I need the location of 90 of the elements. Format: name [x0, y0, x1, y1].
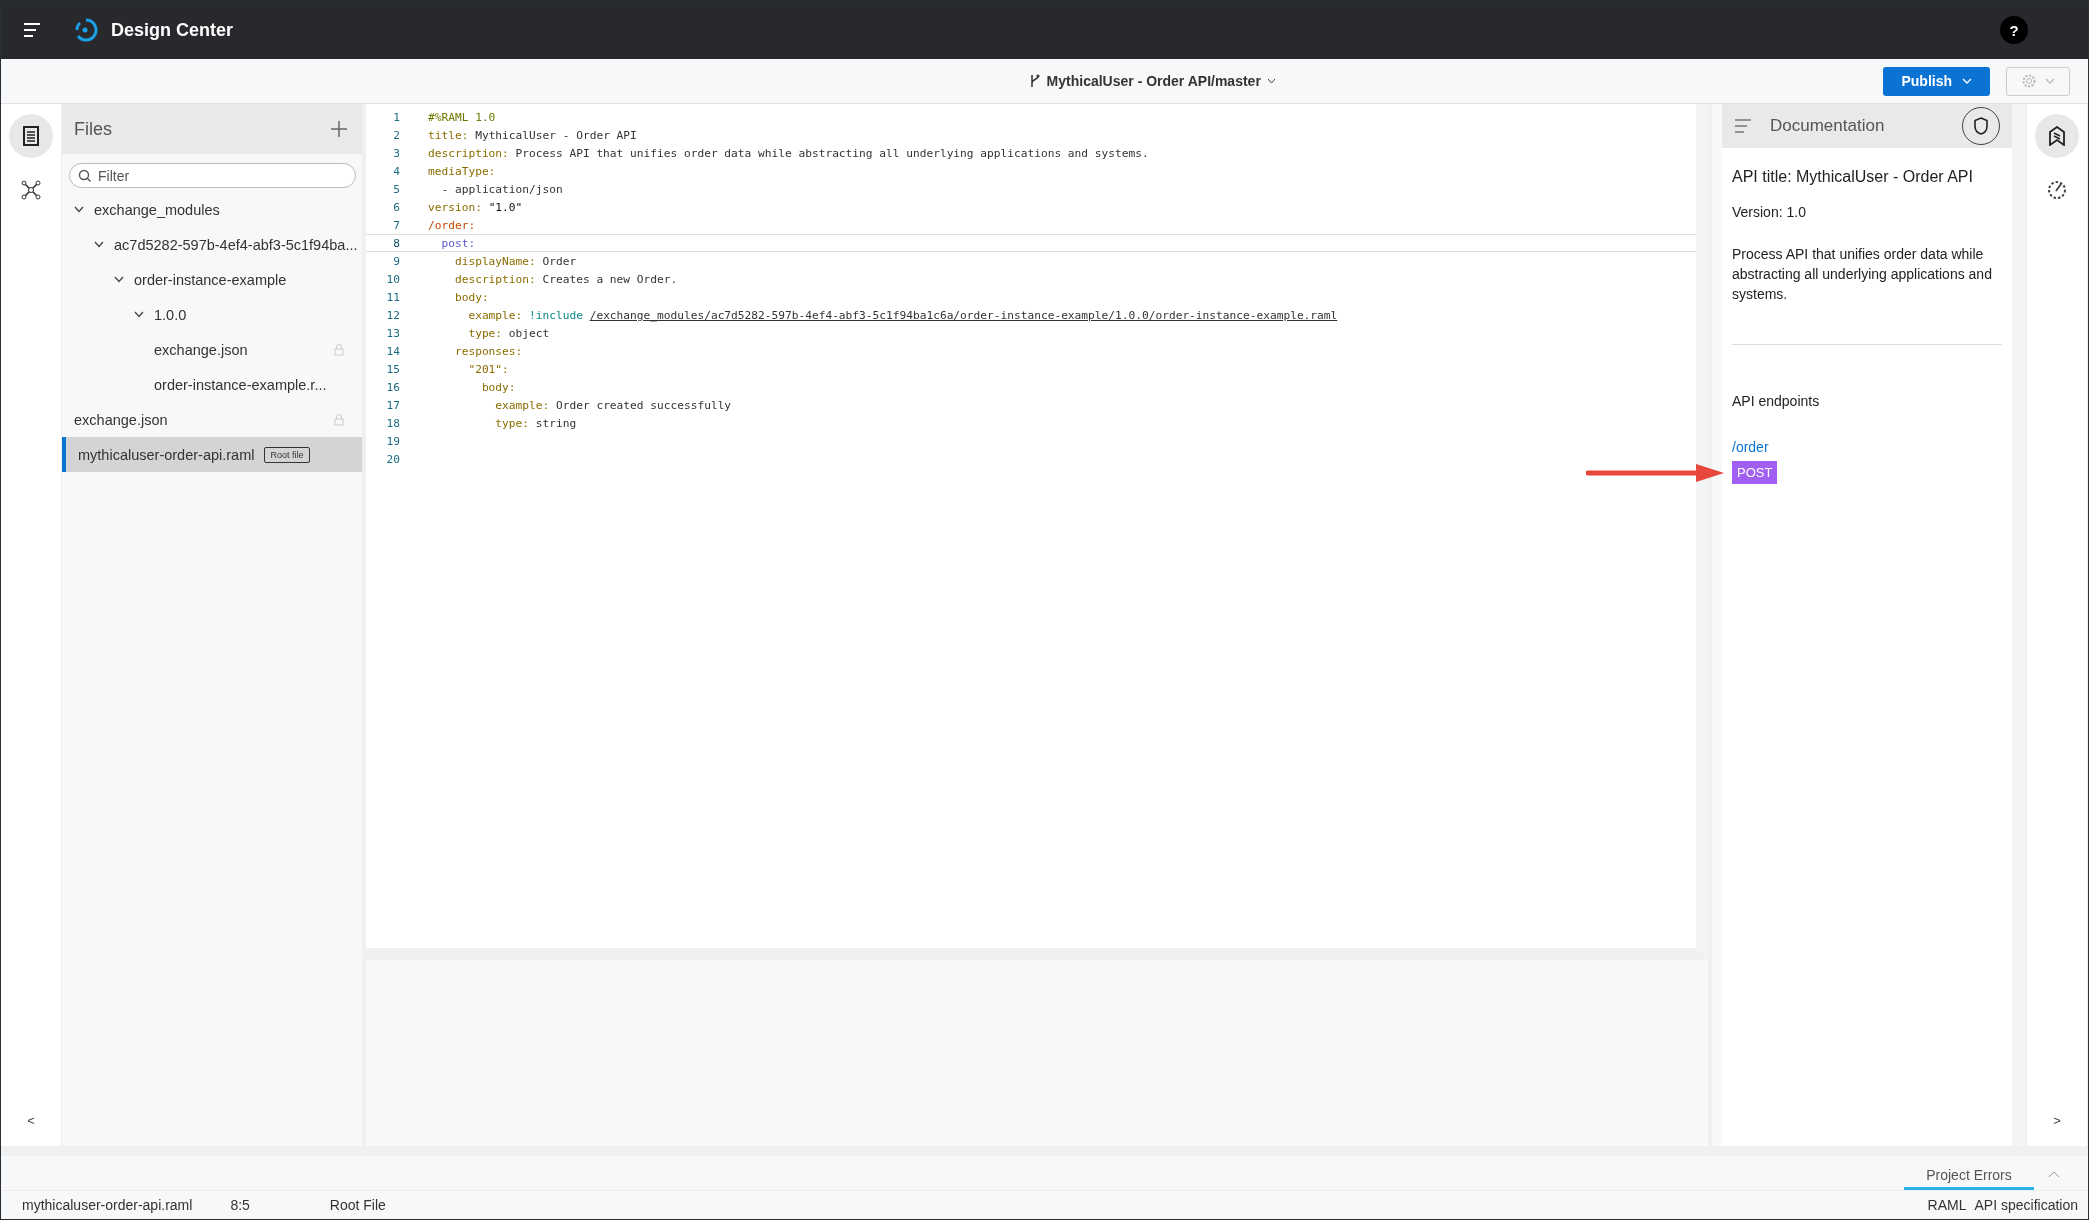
code-line: example: Order created successfully	[494, 398, 732, 412]
code-line: post:	[440, 236, 476, 250]
expand-button[interactable]: >	[2042, 1108, 2072, 1132]
status-type: API specification	[1974, 1197, 2078, 1213]
code-line: mediaType:	[428, 164, 496, 178]
gauge-icon	[2046, 179, 2068, 201]
section-heading: API endpoints	[1732, 392, 1821, 411]
chevron-icon[interactable]	[134, 311, 144, 318]
api-description: Process API that unifies order data while abstracting all underlying applications and systems.	[1732, 245, 1993, 304]
add-icon[interactable]	[330, 120, 348, 138]
code-line: body:	[453, 290, 489, 304]
panel-title: Files	[74, 118, 112, 140]
code-line: description: Creates a new Order.	[453, 272, 678, 286]
line-number: 4	[392, 164, 400, 178]
filter-field[interactable]: Filter	[69, 163, 356, 188]
line-number: 6	[392, 200, 400, 214]
status-language: RAML	[1927, 1197, 1967, 1213]
tree-item[interactable]: mythicaluser-order-api.raml Root file	[62, 437, 362, 472]
document-icon	[23, 126, 39, 146]
code-line: responses:	[453, 344, 523, 358]
code-line: description: Process API that unifies order data while abstracting all underlying applications and systems.	[428, 146, 1149, 160]
help-button[interactable]: ?	[2000, 16, 2028, 44]
code-line: body:	[480, 380, 516, 394]
chevron-icon[interactable]	[94, 241, 104, 248]
line-number: 19	[385, 434, 400, 448]
api-title: API title: MythicalUser - Order API	[1732, 168, 1974, 186]
menu-icon[interactable]	[23, 23, 41, 37]
code-line: title: MythicalUser - Order API	[428, 128, 637, 142]
nodes-icon	[20, 179, 42, 201]
line-number: 18	[385, 416, 400, 430]
code-line: version: "1.0"	[428, 200, 523, 214]
line-number: 8	[392, 236, 400, 250]
code-line: #%RAML 1.0	[428, 110, 496, 124]
code-line: type: object	[467, 326, 550, 340]
line-number: 3	[392, 146, 400, 160]
line-number: 2	[392, 128, 400, 142]
line-number: 5	[392, 182, 400, 196]
line-number: 15	[385, 362, 400, 376]
line-number: 13	[385, 326, 400, 340]
caret-icon	[1962, 78, 1972, 84]
documentation-view-button[interactable]	[2035, 114, 2079, 158]
panel-title: Documentation	[1770, 116, 1885, 136]
code-line: - application/json	[440, 182, 563, 196]
line-number: 12	[385, 308, 400, 322]
tree-item[interactable]: 1.0.0	[62, 297, 362, 332]
project-errors-tab[interactable]: Project Errors	[1904, 1167, 2034, 1190]
tree-item[interactable]: exchange.json	[62, 402, 362, 437]
line-number: 20	[385, 452, 400, 466]
collapse-button[interactable]: <	[16, 1108, 46, 1132]
tree-item[interactable]: exchange_modules	[62, 192, 362, 227]
caret-icon	[2045, 78, 2055, 84]
api-version: Version: 1.0	[1732, 203, 1807, 222]
search-icon	[78, 169, 92, 183]
tree-item[interactable]: ac7d5282-597b-4ef4-abf3-5c1f94ba...	[62, 227, 362, 262]
status-role: Root File	[329, 1197, 386, 1213]
settings-icon	[2021, 73, 2037, 89]
tree-item[interactable]: exchange.json	[62, 332, 362, 367]
list-icon[interactable]	[1734, 119, 1752, 133]
branch-selector[interactable]: MythicalUser - Order API/master	[1028, 73, 1276, 89]
line-number: 16	[385, 380, 400, 394]
line-number: 14	[385, 344, 400, 358]
code-line: displayName: Order	[453, 254, 577, 268]
shield-icon	[1973, 117, 1989, 135]
tree-item[interactable]: order-instance-example	[62, 262, 362, 297]
method-tag[interactable]: POST	[1732, 461, 1778, 484]
line-number: 11	[385, 290, 400, 304]
endpoint-link[interactable]: /order	[1732, 439, 2002, 455]
publish-button[interactable]: Publish	[1883, 66, 1990, 96]
code-line: example: !include /exchange_modules/ac7d5282-597b-4ef4-abf3-5c1f94ba1c6a/order-instance-example/1.0.0/order-instance-example.raml	[467, 308, 1338, 322]
line-number: 17	[385, 398, 400, 412]
chevron-icon[interactable]	[74, 206, 84, 213]
line-number: 1	[392, 110, 400, 124]
app-title: Design Center	[111, 19, 234, 41]
code-line: type: string	[494, 416, 577, 430]
logo-icon	[73, 17, 99, 43]
branch-icon	[1028, 74, 1041, 88]
line-number: 10	[385, 272, 400, 286]
chevron-icon[interactable]	[114, 276, 124, 283]
bookmark-icon	[2048, 126, 2066, 146]
chevron-up-icon[interactable]	[2048, 1171, 2060, 1178]
code-line: /order:	[428, 218, 476, 232]
line-number: 9	[392, 254, 400, 268]
root-file-tag: Root file	[264, 446, 310, 463]
files-view-button[interactable]	[9, 114, 53, 158]
line-number: 7	[392, 218, 400, 232]
caret-icon	[1266, 78, 1276, 84]
status-file: mythicaluser-order-api.raml	[22, 1197, 193, 1213]
code-line: "201":	[467, 362, 509, 376]
status-position: 8:5	[230, 1197, 250, 1213]
tree-item[interactable]: order-instance-example.r...	[62, 367, 362, 402]
